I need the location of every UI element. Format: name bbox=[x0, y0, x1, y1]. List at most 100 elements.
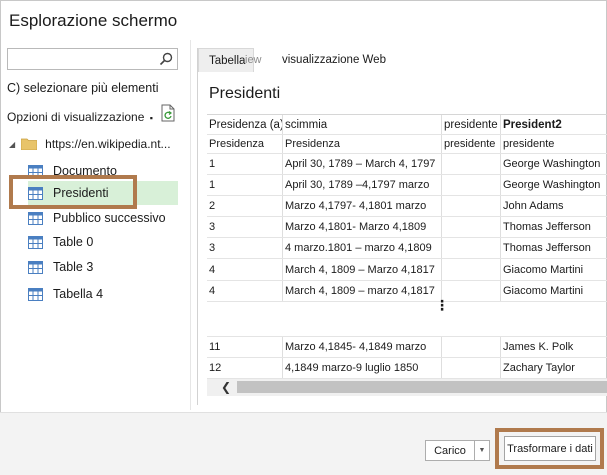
table-cell: 1 bbox=[207, 154, 283, 174]
table-cell: 11 bbox=[207, 337, 283, 357]
table-cell: Giacomo Martini bbox=[503, 263, 584, 276]
column-header[interactable]: presidente bbox=[442, 115, 501, 134]
table-cell: George Washington bbox=[503, 179, 601, 191]
table-icon bbox=[28, 235, 43, 249]
preview-tabs: Tabella iew visualizzazione Web bbox=[198, 48, 607, 72]
tree-root-label: https://en.wikipedia.nt... bbox=[45, 137, 171, 151]
table-cell bbox=[442, 238, 501, 258]
table-cell: 3 bbox=[207, 238, 283, 258]
tree-item-presidenti[interactable]: Presidenti bbox=[28, 181, 178, 205]
horizontal-scrollbar[interactable]: ❮ bbox=[207, 379, 607, 396]
table-cell bbox=[442, 281, 501, 301]
table-cell: Zachary Taylor bbox=[503, 362, 575, 374]
table-cell: April 30, 1789 –4,1797 marzo bbox=[283, 175, 442, 195]
dialog-title: Esplorazione schermo bbox=[9, 11, 178, 30]
table-row: 4 March 4, 1809 – Marzo 4,1817 Giacomo M… bbox=[207, 259, 607, 281]
table-cell: March 4, 1809 – Marzo 4,1817 bbox=[283, 259, 442, 280]
table-row: 2 Marzo 4,1797- 4,1801 marzo John Adams bbox=[207, 196, 607, 217]
tree-item-pubblico-successivo[interactable]: Pubblico successivo bbox=[28, 206, 166, 230]
table-cell: 1 bbox=[207, 175, 283, 195]
tree-root-node[interactable]: ◢ https://en.wikipedia.nt... bbox=[9, 137, 171, 151]
table-cell: 12 bbox=[207, 358, 283, 378]
table-cell: Thomas Jefferson bbox=[503, 221, 591, 233]
table-cell bbox=[442, 196, 501, 216]
tree-item-documento[interactable]: Documento bbox=[28, 159, 117, 183]
chevron-down-icon: ▼ bbox=[478, 447, 486, 454]
table-cell: James K. Polk bbox=[503, 341, 574, 353]
table-cell: 4 marzo.1801 – marzo 4,1809 bbox=[283, 238, 442, 258]
tree-item-label: Table 3 bbox=[53, 260, 94, 274]
select-multiple-items-checkbox[interactable]: C) selezionare più elementi bbox=[7, 81, 158, 95]
column-header[interactable]: President2 bbox=[501, 115, 607, 134]
table-cell bbox=[442, 175, 501, 195]
table-row: 1 April 30, 1789 – March 4, 1797 George … bbox=[207, 154, 607, 175]
table-cell bbox=[442, 259, 501, 280]
table-cell: 2 bbox=[207, 196, 283, 216]
preview-table: Presidenza (a) scimmia presidente Presid… bbox=[207, 114, 607, 384]
dropdown-arrow-icon: ▪ bbox=[149, 113, 153, 123]
table-icon bbox=[28, 186, 43, 200]
table-cell: April 30, 1789 – March 4, 1797 bbox=[283, 154, 442, 174]
table-cell: 4 bbox=[207, 281, 283, 301]
table-cell: Marzo 4,1801- Marzo 4,1809 bbox=[283, 217, 442, 237]
table-cell: 4 bbox=[207, 259, 283, 280]
load-button[interactable]: Carico bbox=[425, 440, 475, 461]
search-icon[interactable] bbox=[159, 52, 173, 66]
table-cell: Marzo 4,1797- 4,1801 marzo bbox=[283, 196, 442, 216]
view-options-dropdown[interactable]: Opzioni di visualizzazione ▪ bbox=[7, 110, 153, 124]
table-icon bbox=[28, 260, 43, 274]
table-row: 11 Marzo 4,1845- 4,1849 marzo James K. P… bbox=[207, 337, 607, 358]
tree-item-label: Tabella 4 bbox=[53, 287, 104, 301]
table-cell bbox=[442, 358, 501, 378]
table-cell bbox=[442, 154, 501, 174]
load-options-dropdown[interactable]: ▼ bbox=[475, 440, 490, 461]
table-header-row: Presidenza (a) scimmia presidente Presid… bbox=[207, 115, 607, 135]
table-cell: Marzo 4,1845- 4,1849 marzo bbox=[283, 337, 442, 357]
rows-omitted-ellipsis: ⋮ bbox=[435, 297, 449, 313]
tab-web-view[interactable]: visualizzazione Web bbox=[282, 54, 386, 74]
table-cell: 3 bbox=[207, 217, 283, 237]
table-row: 4 March 4, 1809 – marzo 4,1817 Giacomo M… bbox=[207, 281, 607, 302]
table-cell: George Washington bbox=[503, 158, 601, 170]
tab-ghost-label: iew bbox=[245, 54, 262, 66]
table-row: 12 4,1849 marzo-9 luglio 1850 Zachary Ta… bbox=[207, 358, 607, 379]
column-header[interactable]: scimmia bbox=[283, 115, 442, 134]
pane-divider[interactable] bbox=[190, 40, 191, 410]
refresh-icon[interactable] bbox=[160, 104, 176, 122]
tree-item-label: Pubblico successivo bbox=[53, 211, 166, 225]
scroll-left-icon[interactable]: ❮ bbox=[221, 380, 231, 394]
folder-icon bbox=[21, 138, 38, 150]
tree-item-table-0[interactable]: Table 0 bbox=[28, 230, 93, 254]
table-row: 3 4 marzo.1801 – marzo 4,1809 Thomas Jef… bbox=[207, 238, 607, 259]
column-header[interactable]: Presidenza (a) bbox=[207, 115, 283, 134]
table-title: Presidenti bbox=[209, 85, 281, 102]
table-cell: presidente bbox=[503, 138, 555, 150]
table-cell: Presidenza bbox=[207, 135, 283, 153]
scrollbar-thumb[interactable] bbox=[237, 381, 607, 393]
table-cell: Presidenza bbox=[283, 135, 442, 153]
table-icon bbox=[28, 164, 43, 178]
table-cell bbox=[442, 337, 501, 357]
table-cell: John Adams bbox=[503, 200, 564, 212]
table-row: 1 April 30, 1789 –4,1797 marzo George Wa… bbox=[207, 175, 607, 196]
table-subheader-row: Presidenza Presidenza presidente preside… bbox=[207, 135, 607, 154]
table-cell: March 4, 1809 – marzo 4,1817 bbox=[283, 281, 442, 301]
table-cell: presidente bbox=[442, 135, 501, 153]
collapse-arrow-icon[interactable]: ◢ bbox=[9, 140, 15, 149]
table-cell: Thomas Jefferson bbox=[503, 242, 591, 254]
transform-data-button[interactable]: Trasformare i dati bbox=[504, 436, 596, 461]
table-cell bbox=[442, 217, 501, 237]
tree-item-tabella-4[interactable]: Tabella 4 bbox=[28, 282, 103, 306]
table-icon bbox=[28, 287, 43, 301]
tree-item-label: Table 0 bbox=[53, 235, 94, 249]
table-cell: 4,1849 marzo-9 luglio 1850 bbox=[283, 358, 442, 378]
table-cell: Giacomo Martini bbox=[503, 285, 584, 297]
tree-item-label: Documento bbox=[53, 164, 117, 178]
tree-item-label: Presidenti bbox=[53, 186, 109, 200]
preview-pane: Tabella iew visualizzazione Web Presiden… bbox=[197, 48, 607, 405]
tree-item-table-3[interactable]: Table 3 bbox=[28, 255, 93, 279]
search-input[interactable] bbox=[7, 48, 178, 70]
table-row: 3 Marzo 4,1801- Marzo 4,1809 Thomas Jeff… bbox=[207, 217, 607, 238]
table-icon bbox=[28, 211, 43, 225]
view-options-label: Opzioni di visualizzazione bbox=[7, 110, 145, 124]
